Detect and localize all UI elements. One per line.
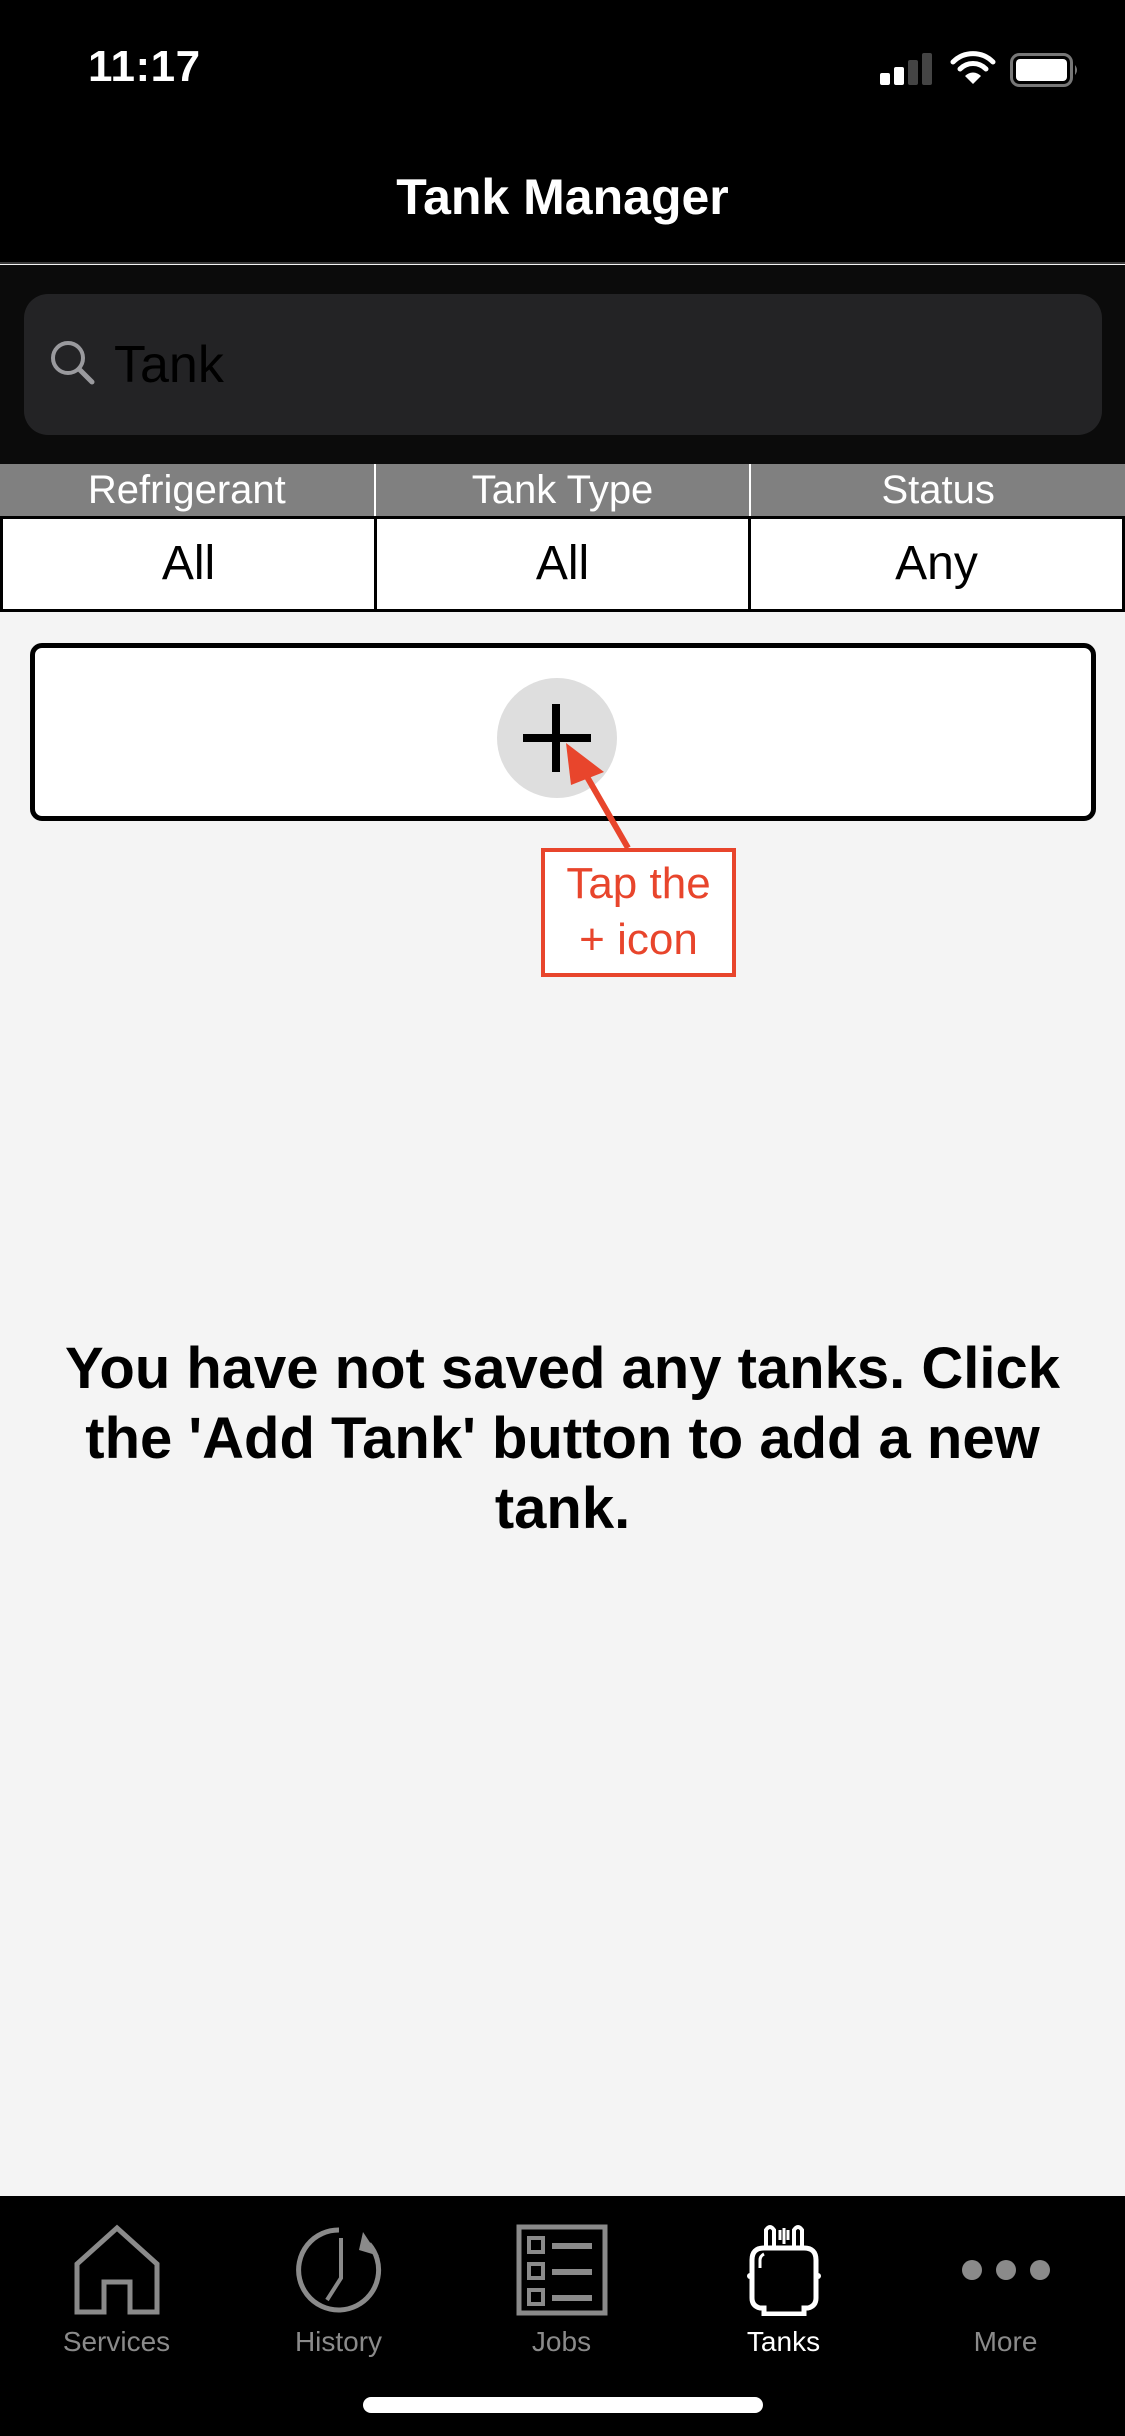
annotation-line-2: + icon (579, 915, 698, 964)
search-input[interactable] (114, 294, 1074, 435)
filter-refrigerant-select[interactable]: All (3, 519, 374, 609)
add-tank-card (30, 643, 1096, 821)
add-tank-button[interactable] (497, 678, 617, 798)
checklist-icon (516, 2224, 607, 2316)
annotation-line-1: Tap the (566, 859, 711, 908)
tab-tanks[interactable]: Tanks (671, 2224, 896, 2374)
search-box[interactable] (24, 294, 1102, 435)
tab-label-tanks: Tanks (746, 2326, 821, 2357)
wifi-icon (950, 51, 996, 84)
tab-label-history: History (294, 2326, 383, 2357)
nav-header: Tank Manager (0, 132, 1125, 264)
status-bar: 11:17 (0, 0, 1125, 132)
tab-label-more: More (973, 2326, 1038, 2357)
home-indicator[interactable] (363, 2397, 763, 2413)
filter-label-status: Status (749, 464, 1125, 516)
tank-icon (746, 2225, 821, 2316)
filter-header: Refrigerant Tank Type Status (0, 464, 1125, 516)
tab-more[interactable]: More (893, 2224, 1118, 2374)
battery-full-icon (1010, 53, 1077, 87)
signal-icon (880, 53, 936, 85)
filter-label-refrigerant: Refrigerant (87, 468, 286, 512)
filter-values: All All Any (0, 516, 1125, 612)
annotation-callout: Tap the + icon (541, 848, 736, 977)
tab-label-services: Services (62, 2326, 171, 2357)
more-dots-icon (961, 2260, 1050, 2280)
plus-icon (523, 704, 591, 772)
tab-jobs[interactable]: Jobs (449, 2224, 674, 2374)
tab-services[interactable]: Services (4, 2224, 229, 2374)
status-time: 11:17 (88, 42, 201, 91)
house-icon (74, 2224, 159, 2315)
tab-label-jobs: Jobs (531, 2326, 592, 2357)
search-icon (51, 341, 95, 385)
page-title: Tank Manager (396, 169, 729, 225)
clock-history-icon (295, 2227, 381, 2313)
empty-state-message: You have not saved any tanks. Click the … (65, 1336, 1060, 1541)
filter-label-tank-type: Tank Type (373, 464, 750, 516)
filter-status-select[interactable]: Any (748, 519, 1122, 609)
search-area (0, 265, 1125, 464)
filter-tank-type-select[interactable]: All (374, 519, 748, 609)
tab-history[interactable]: History (226, 2224, 451, 2374)
